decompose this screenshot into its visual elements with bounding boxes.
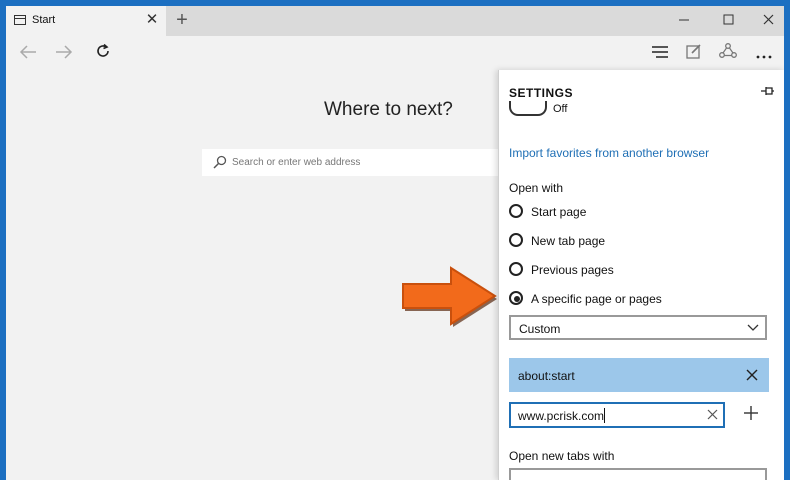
toggle-switch[interactable]	[509, 101, 547, 116]
open-with-label: Open with	[509, 181, 564, 195]
search-placeholder: Search or enter web address	[232, 157, 361, 168]
custom-page-url: about:start	[518, 369, 575, 383]
close-icon	[763, 14, 773, 25]
url-input-value: www.pcrisk.com	[518, 409, 605, 423]
text-caret	[604, 408, 605, 423]
more-icon	[756, 55, 772, 59]
radio-label: New tab page	[531, 234, 606, 248]
share-icon	[719, 43, 737, 58]
radio-previous-pages[interactable]	[509, 262, 523, 276]
custom-page-item[interactable]: about:start	[509, 358, 769, 392]
radio-label: Start page	[531, 205, 587, 219]
web-note-button[interactable]	[680, 36, 708, 70]
forward-arrow-icon	[56, 45, 73, 59]
refresh-icon	[97, 43, 109, 57]
title-bar: Start ✕ +	[6, 6, 784, 36]
web-note-icon	[686, 44, 701, 59]
add-page-icon[interactable]	[743, 405, 759, 421]
search-input[interactable]: Search or enter web address	[202, 149, 502, 176]
back-arrow-icon	[19, 45, 36, 59]
minimize-icon	[678, 19, 689, 21]
chevron-down-icon	[747, 324, 759, 331]
remove-page-icon[interactable]	[745, 368, 759, 382]
tab-start[interactable]: Start ✕	[6, 6, 166, 36]
close-window-button[interactable]	[748, 6, 784, 36]
radio-start-page[interactable]	[509, 204, 523, 218]
radio-specific-page[interactable]	[509, 291, 523, 305]
new-tabs-dropdown[interactable]	[509, 468, 767, 480]
hub-button[interactable]	[646, 36, 674, 70]
settings-title: SETTINGS	[509, 86, 574, 100]
tab-title: Start	[32, 14, 56, 26]
pin-icon[interactable]	[759, 83, 775, 99]
hub-icon	[652, 46, 668, 58]
select-value: Custom	[519, 322, 561, 336]
close-tab-icon[interactable]: ✕	[144, 11, 160, 29]
page-icon	[14, 15, 26, 25]
minimize-button[interactable]	[664, 6, 704, 36]
radio-new-tab-page[interactable]	[509, 233, 523, 247]
maximize-icon	[723, 14, 733, 25]
more-button[interactable]	[750, 36, 778, 70]
share-button[interactable]	[714, 36, 742, 70]
refresh-button[interactable]	[89, 36, 117, 70]
open-new-tabs-label: Open new tabs with	[509, 449, 615, 463]
search-icon	[213, 155, 227, 169]
clear-input-icon[interactable]	[707, 409, 718, 420]
forward-button[interactable]	[50, 36, 78, 70]
orange-arrow-icon	[402, 266, 497, 327]
new-tab-button[interactable]: +	[172, 9, 192, 31]
page-select-dropdown[interactable]: Custom	[509, 315, 767, 340]
browser-window: Start ✕ + Where to next? Search or enter…	[6, 6, 784, 480]
page-heading: Where to next?	[324, 99, 453, 120]
radio-label: Previous pages	[531, 263, 614, 277]
toggle-label: Off	[553, 103, 568, 115]
url-input[interactable]: www.pcrisk.com	[509, 402, 725, 428]
back-button[interactable]	[14, 36, 42, 70]
settings-panel: SETTINGS Off Import favorites from anoth…	[498, 70, 784, 480]
import-favorites-link[interactable]: Import favorites from another browser	[509, 146, 709, 160]
maximize-button[interactable]	[708, 6, 748, 36]
navigation-bar	[6, 36, 784, 70]
radio-label: A specific page or pages	[531, 292, 662, 306]
